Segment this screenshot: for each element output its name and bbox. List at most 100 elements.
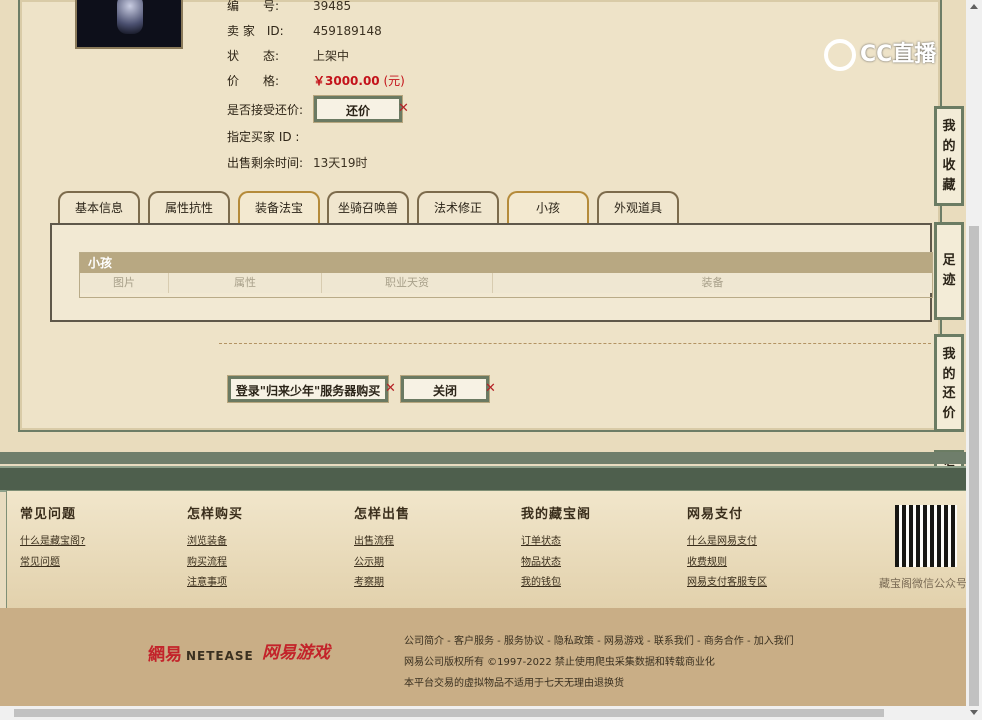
scroll-down-icon[interactable] xyxy=(970,710,978,715)
counter-offer-button[interactable]: 还价 xyxy=(313,95,403,123)
tab-spell-mods[interactable]: 法术修正 xyxy=(417,191,499,223)
horizontal-scrollbar[interactable] xyxy=(0,706,966,720)
footer-column-title: 常见问题 xyxy=(20,507,77,522)
footprints-char: 迹 xyxy=(942,272,956,288)
my-favorites-button[interactable]: 我 的 收 藏 xyxy=(934,106,964,206)
number-label: 编 号: xyxy=(227,0,280,13)
remaining-value: 13天19时 xyxy=(313,156,368,170)
footer-column-how-to-sell: 怎样出售 出售流程 公示期 考察期 xyxy=(354,503,410,594)
footer-link[interactable]: 什么是网易支付 xyxy=(687,532,767,553)
footer-column-payment: 网易支付 什么是网易支付 收费规则 网易支付客服专区 xyxy=(687,503,767,594)
info-price: 价 格: ￥3000.00 (元) xyxy=(227,72,405,90)
offers-char: 价 xyxy=(942,405,956,421)
watermark-text: CC直播 xyxy=(860,42,937,67)
seller-label: 卖 家 ID: xyxy=(227,24,284,38)
scroll-up-icon[interactable] xyxy=(970,4,978,9)
tab-mounts-pets[interactable]: 坐骑召唤兽 xyxy=(327,191,409,223)
price-value: ￥3000.00 xyxy=(313,74,380,88)
footer-notice: 本平台交易的虚拟物品不适用于七天无理由退换货 xyxy=(404,678,624,689)
item-thumbnail xyxy=(75,0,183,49)
decorative-border xyxy=(0,466,966,492)
price-unit: (元) xyxy=(383,74,405,88)
favorites-char: 的 xyxy=(942,138,956,154)
footer-link[interactable]: 网易支付客服专区 xyxy=(687,573,767,594)
my-offers-button[interactable]: 我 的 还 价 xyxy=(934,334,964,432)
close-button[interactable]: 关闭 xyxy=(400,375,490,403)
netease-logo-cn: 網易 xyxy=(148,645,182,665)
favorites-char: 我 xyxy=(942,119,956,134)
footer-legal-links[interactable]: 公司简介 - 客户服务 - 服务协议 - 隐私政策 - 网易游戏 - 联系我们 … xyxy=(404,632,794,647)
footprints-char: 足 xyxy=(942,253,956,268)
footer-link[interactable]: 什么是藏宝阁? xyxy=(20,532,85,553)
footer-link[interactable]: 考察期 xyxy=(354,573,410,594)
divider xyxy=(219,343,931,344)
buyer-id-label: 指定买家 ID : xyxy=(227,130,300,144)
login-buy-button[interactable]: 登录"归来少年"服务器购买 xyxy=(227,375,389,403)
tab-equipment[interactable]: 装备法宝 xyxy=(238,191,320,223)
favorites-char: 藏 xyxy=(942,177,956,193)
vertical-scrollbar[interactable] xyxy=(966,0,982,720)
footer-link[interactable]: 订单状态 xyxy=(521,532,591,553)
footer-copyright: 网易公司版权所有 ©1997-2022 禁止使用爬虫采集数据和转载商业化 xyxy=(404,657,715,668)
qr-label: 藏宝阁微信公众号 xyxy=(879,577,967,590)
cc-logo-icon xyxy=(824,39,856,71)
close-x-icon: ✕ xyxy=(398,101,409,116)
footer-column-how-to-buy: 怎样购买 浏览装备 购买流程 注意事项 xyxy=(187,503,243,594)
info-counter-offer: 是否接受还价: xyxy=(227,101,313,119)
footer-link[interactable]: 物品状态 xyxy=(521,553,591,574)
footer-link[interactable]: 公示期 xyxy=(354,553,410,574)
status-label: 状 态: xyxy=(227,49,280,63)
seller-value: 459189148 xyxy=(313,24,382,38)
footer-column-title: 怎样出售 xyxy=(354,507,411,522)
column-class-aptitude: 职业天资 xyxy=(322,273,493,293)
number-value: 39485 xyxy=(313,0,352,13)
child-table-header: 图片 属性 职业天资 装备 xyxy=(80,273,932,293)
price-label: 价 格: xyxy=(227,74,280,88)
footprints-button[interactable]: 足 迹 xyxy=(934,222,964,320)
column-attributes: 属性 xyxy=(169,273,322,293)
footer-link[interactable]: 购买流程 xyxy=(187,553,243,574)
child-table: 小孩 图片 属性 职业天资 装备 xyxy=(79,252,933,298)
footer-link[interactable]: 出售流程 xyxy=(354,532,410,553)
netease-logo: 網易 NETEASE xyxy=(148,640,254,665)
close-x-icon: ✕ xyxy=(485,381,496,396)
tab-attributes[interactable]: 属性抗性 xyxy=(148,191,230,223)
offers-char: 的 xyxy=(942,366,956,382)
child-tab-panel: 小孩 图片 属性 职业天资 装备 xyxy=(50,223,933,322)
close-x-icon: ✕ xyxy=(385,381,396,396)
info-remaining: 出售剩余时间: 13天19时 xyxy=(227,154,368,172)
footer-links-section: 常见问题 什么是藏宝阁? 常见问题 怎样购买 浏览装备 购买流程 注意事项 怎样… xyxy=(6,490,970,610)
footer-bottom: 網易 NETEASE 网易游戏 公司简介 - 客户服务 - 服务协议 - 隐私政策… xyxy=(0,608,966,706)
footer-link[interactable]: 注意事项 xyxy=(187,573,243,594)
footer-link[interactable]: 常见问题 xyxy=(20,553,85,574)
counter-offer-label: 是否接受还价: xyxy=(227,103,304,117)
info-number: 编 号: 39485 xyxy=(227,0,351,15)
child-table-title: 小孩 xyxy=(80,253,932,273)
horizontal-scrollbar-thumb[interactable] xyxy=(14,709,884,717)
footer-column-title: 我的藏宝阁 xyxy=(521,507,592,522)
footer-link[interactable]: 我的钱包 xyxy=(521,573,591,594)
column-equipment: 装备 xyxy=(701,276,724,289)
netease-games-logo: 网易游戏 xyxy=(262,643,330,663)
tab-appearance[interactable]: 外观道具 xyxy=(597,191,679,223)
offers-char: 我 xyxy=(942,347,956,362)
offers-char: 还 xyxy=(942,386,956,401)
column-image: 图片 xyxy=(80,273,169,293)
footer-column-title: 怎样购买 xyxy=(187,507,244,522)
footer-column-my-account: 我的藏宝阁 订单状态 物品状态 我的钱包 xyxy=(521,503,591,594)
netease-logo-en: NETEASE xyxy=(186,649,254,663)
remaining-label: 出售剩余时间: xyxy=(227,156,304,170)
tab-basic-info[interactable]: 基本信息 xyxy=(58,191,140,223)
footer-link[interactable]: 收费规则 xyxy=(687,553,767,574)
status-value: 上架中 xyxy=(313,49,350,63)
decorative-border xyxy=(0,452,966,464)
wechat-qr-code xyxy=(895,505,957,567)
info-status: 状 态: 上架中 xyxy=(227,47,349,65)
tab-child[interactable]: 小孩 xyxy=(507,191,589,223)
footer-link[interactable]: 浏览装备 xyxy=(187,532,243,553)
info-buyer-id: 指定买家 ID : xyxy=(227,128,313,146)
scrollbar-thumb[interactable] xyxy=(969,226,979,706)
footer-column-title: 网易支付 xyxy=(687,507,744,522)
footer-column-faq: 常见问题 什么是藏宝阁? 常见问题 xyxy=(20,503,85,573)
info-seller: 卖 家 ID: 459189148 xyxy=(227,22,382,40)
